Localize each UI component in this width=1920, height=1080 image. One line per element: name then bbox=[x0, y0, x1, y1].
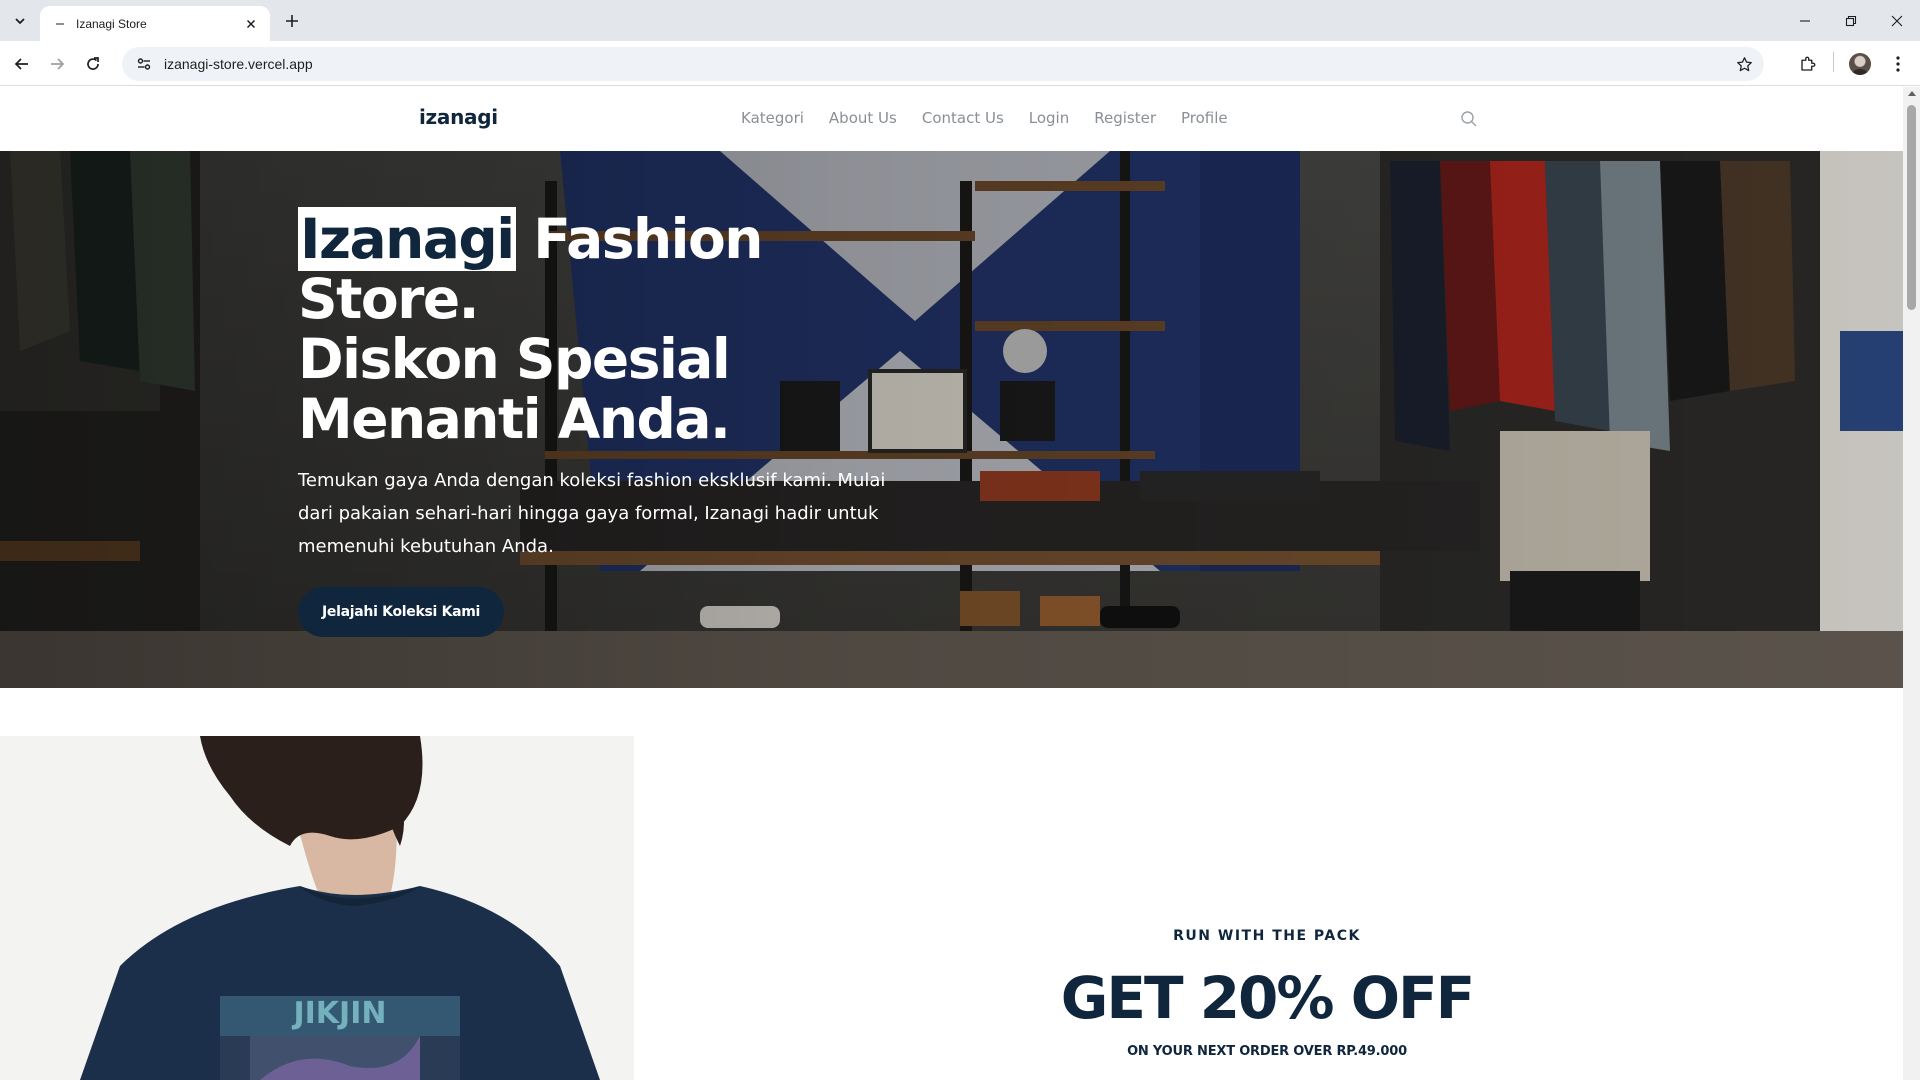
site-info-icon[interactable] bbox=[132, 52, 156, 76]
toolbar-divider bbox=[1833, 52, 1834, 72]
browser-menu-button[interactable] bbox=[1883, 49, 1913, 79]
scroll-thumb[interactable] bbox=[1907, 105, 1916, 310]
search-icon bbox=[1461, 111, 1477, 127]
page-viewport: izanagi Kategori About Us Contact Us Log… bbox=[0, 87, 1903, 1080]
site-search-button[interactable] bbox=[1458, 108, 1480, 130]
hero-description: Temukan gaya Anda dengan koleksi fashion… bbox=[298, 470, 886, 557]
promo-headline: GET 20% OFF bbox=[1060, 964, 1476, 1032]
new-tab-button[interactable] bbox=[278, 8, 306, 34]
tab-title: Izanagi Store bbox=[76, 16, 147, 31]
scroll-up-arrow-icon[interactable] bbox=[1908, 91, 1916, 96]
hero-title-line-2: Store. bbox=[298, 267, 480, 331]
extensions-button[interactable] bbox=[1793, 49, 1823, 79]
model-tshirt-photo: JIKJIN bbox=[0, 736, 634, 1080]
hero-title: Izanagi Fashion Store. Diskon Spesial Menan… bbox=[298, 207, 918, 451]
url-text: izanagi-store.vercel.app bbox=[164, 56, 313, 72]
site-header: izanagi Kategori About Us Contact Us Log… bbox=[0, 87, 1903, 151]
nav-link-register[interactable]: Register bbox=[1094, 109, 1156, 127]
avatar bbox=[1849, 53, 1871, 75]
reload-icon bbox=[87, 57, 99, 70]
kebab-menu-icon bbox=[1896, 56, 1900, 72]
forward-button[interactable] bbox=[42, 49, 72, 79]
restore-icon bbox=[1845, 15, 1857, 26]
profile-button[interactable] bbox=[1845, 49, 1875, 79]
close-icon bbox=[1891, 15, 1903, 26]
address-bar[interactable]: izanagi-store.vercel.app bbox=[122, 47, 1764, 81]
arrow-right-icon bbox=[51, 58, 65, 70]
restore-button[interactable] bbox=[1828, 0, 1874, 41]
promo-eyebrow: RUN WITH THE PACK bbox=[1173, 928, 1361, 944]
nav-link-kategori[interactable]: Kategori bbox=[741, 109, 804, 127]
hero-title-part-1: Fashion bbox=[515, 207, 763, 271]
nav-link-about-us[interactable]: About Us bbox=[829, 109, 897, 127]
explore-collection-button[interactable]: Jelajahi Koleksi Kami bbox=[298, 587, 505, 637]
close-window-button[interactable] bbox=[1874, 0, 1920, 41]
chevron-down-icon bbox=[15, 18, 25, 25]
hero-banner: Izanagi Fashion Store. Diskon Spesial Menan… bbox=[0, 151, 1903, 688]
promo-model-image: JIKJIN bbox=[0, 736, 634, 1080]
close-tab-icon[interactable] bbox=[242, 15, 260, 33]
hero-title-highlight: Izanagi bbox=[298, 207, 516, 271]
bookmark-star-icon[interactable] bbox=[1730, 50, 1758, 78]
promo-subline: ON YOUR NEXT ORDER OVER RP.49.000 bbox=[1127, 1044, 1407, 1059]
hero-title-line-3: Diskon Spesial bbox=[298, 327, 731, 391]
nav-link-profile[interactable]: Profile bbox=[1181, 109, 1228, 127]
hero-overlay bbox=[0, 151, 1903, 688]
page-scrollbar[interactable] bbox=[1903, 87, 1920, 1080]
nav-link-login[interactable]: Login bbox=[1029, 109, 1069, 127]
svg-text:JIKJIN: JIKJIN bbox=[291, 996, 386, 1031]
browser-tab-active[interactable]: Izanagi Store bbox=[40, 6, 270, 41]
browser-tabstrip: Izanagi Store bbox=[0, 0, 1920, 41]
puzzle-icon bbox=[1801, 56, 1816, 71]
arrow-left-icon bbox=[14, 58, 28, 70]
main-nav: Kategori About Us Contact Us Login Regis… bbox=[741, 109, 1253, 127]
reload-button[interactable] bbox=[78, 49, 108, 79]
browser-toolbar: izanagi-store.vercel.app bbox=[0, 41, 1920, 86]
favicon-icon bbox=[52, 16, 68, 32]
plus-icon bbox=[286, 15, 298, 27]
promo-section: JIKJIN RUN WITH THE PACK GET 20% OFF ON … bbox=[0, 688, 1903, 1080]
minimize-icon bbox=[1800, 19, 1810, 22]
hero-title-line-4: Menanti Anda. bbox=[298, 387, 731, 451]
window-controls bbox=[1782, 0, 1920, 41]
tab-search-button[interactable] bbox=[6, 8, 34, 34]
minimize-button[interactable] bbox=[1782, 0, 1828, 41]
site-logo[interactable]: izanagi bbox=[419, 105, 498, 129]
nav-link-contact-us[interactable]: Contact Us bbox=[922, 109, 1004, 127]
back-button[interactable] bbox=[7, 49, 37, 79]
